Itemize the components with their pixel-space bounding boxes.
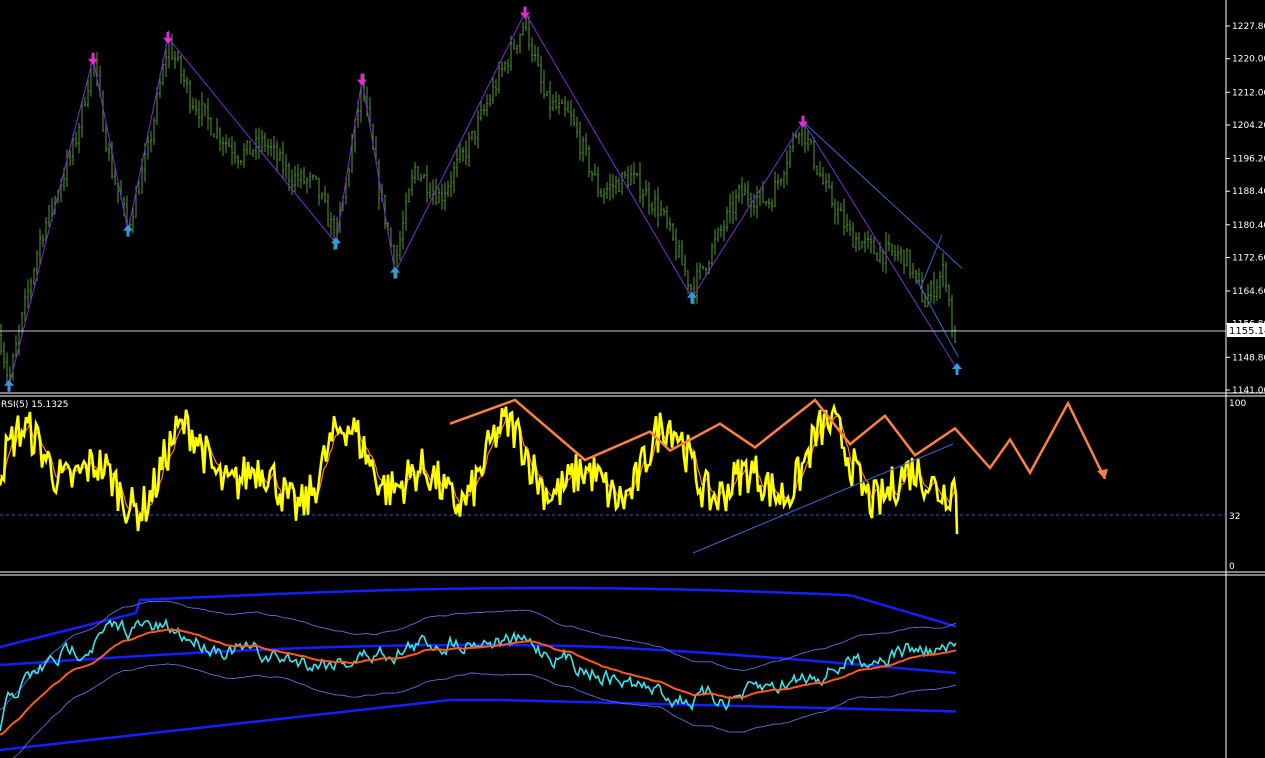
trading-chart[interactable]: 1227.80 1220.00 1212.00 1204.20 1196.20 1188.… — [0, 0, 1265, 758]
price-axis-label: 1204.20 — [1232, 121, 1265, 131]
price-axis-label: 1220.00 — [1232, 55, 1265, 65]
price-axis-label: 1141.00 — [1232, 386, 1265, 396]
rsi-label: RSI(5) 15.1325 — [1, 400, 68, 410]
price-axis-label: 1227.80 — [1232, 22, 1265, 32]
price-axis-label: 1164.60 — [1232, 287, 1265, 297]
chart-background — [0, 0, 1265, 758]
rsi-axis-0: 0 — [1229, 562, 1235, 572]
price-axis-label: 1180.40 — [1232, 221, 1265, 231]
current-price-tag: 1155.14 — [1229, 326, 1265, 337]
rsi-axis-100: 100 — [1229, 399, 1246, 409]
price-axis-label: 1196.20 — [1232, 155, 1265, 165]
price-axis-label: 1188.40 — [1232, 187, 1265, 197]
rsi-axis-32: 32 — [1229, 512, 1240, 522]
price-axis-label: 1212.00 — [1232, 88, 1265, 98]
price-axis-label: 1148.80 — [1232, 353, 1265, 363]
price-axis-label: 1172.60 — [1232, 253, 1265, 263]
